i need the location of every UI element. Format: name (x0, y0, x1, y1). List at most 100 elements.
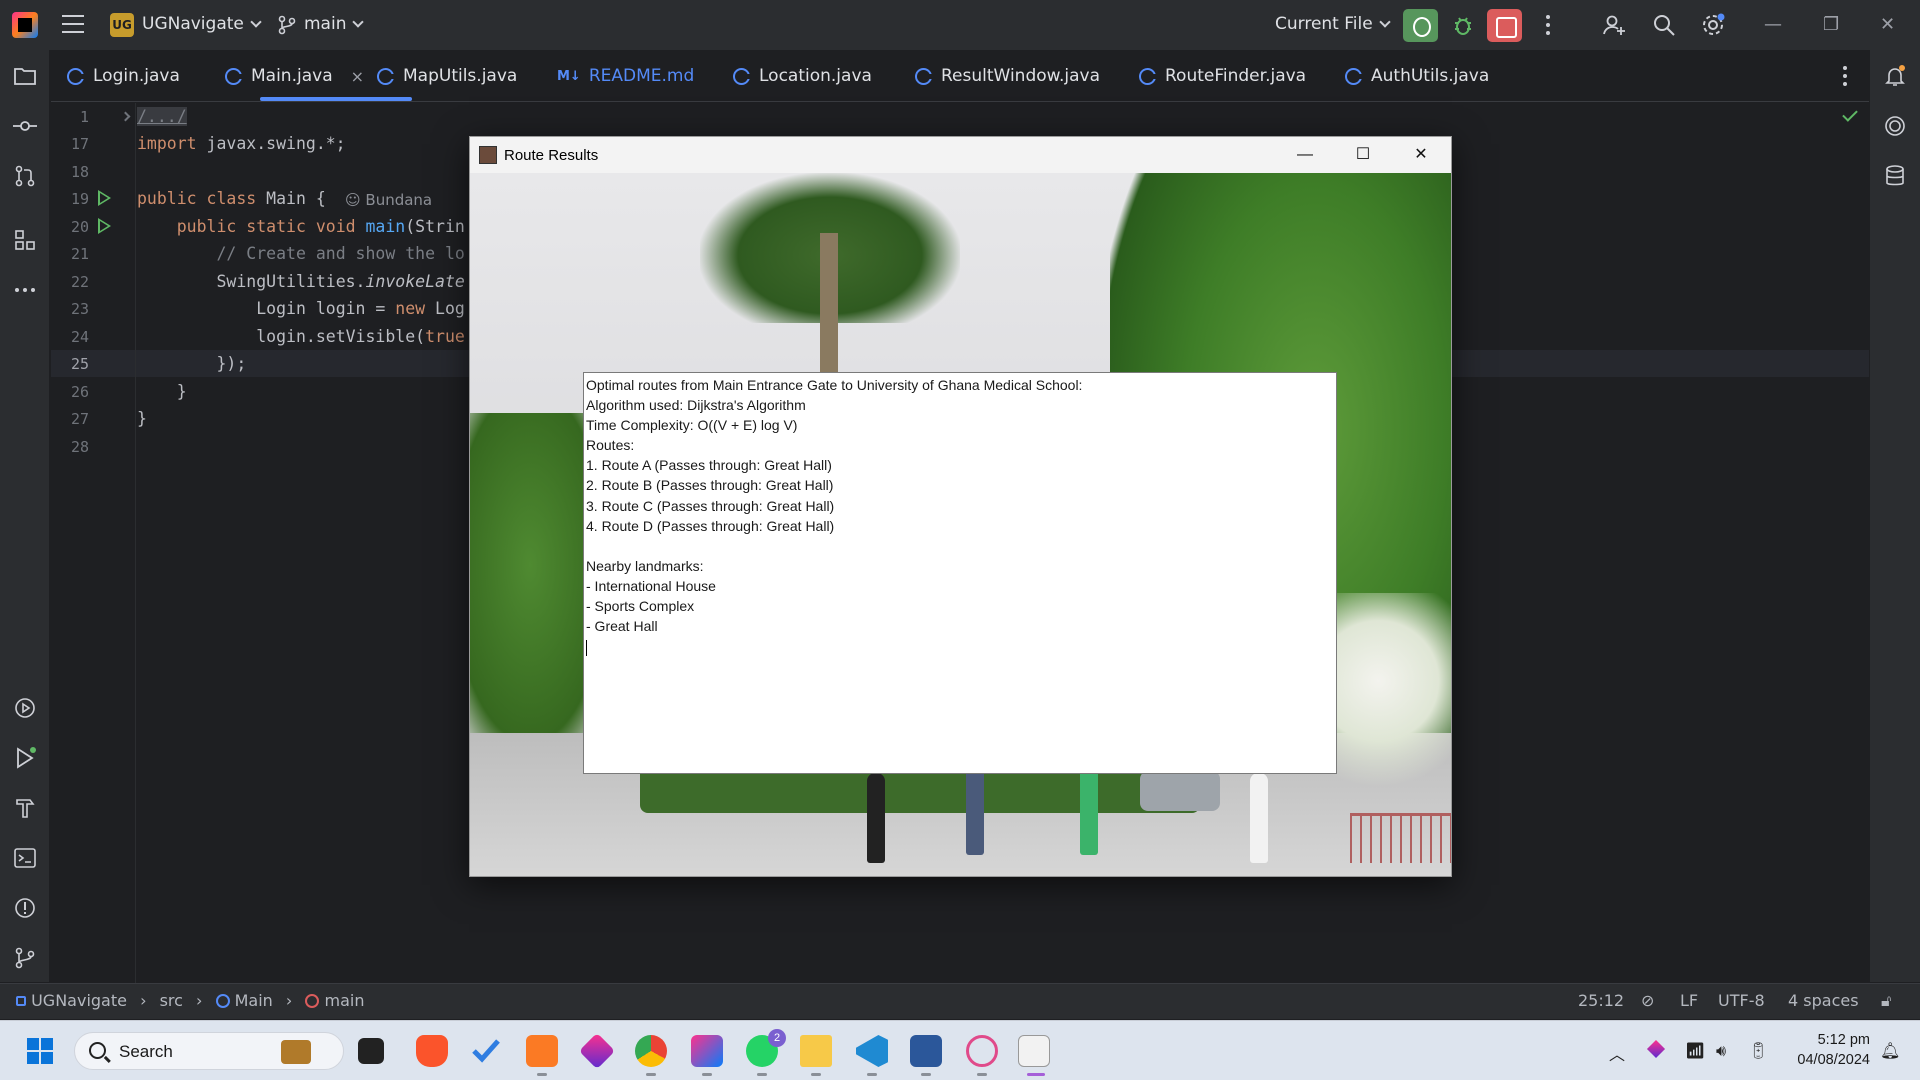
clock[interactable]: 5:12 pm 04/08/2024 (1784, 1030, 1870, 1070)
folded-imports[interactable]: /.../ (137, 107, 187, 126)
tab-options-icon[interactable] (1843, 66, 1847, 86)
line-separator[interactable]: LF (1680, 991, 1698, 1010)
commit-icon[interactable] (13, 114, 37, 138)
close-icon[interactable]: ✕ (1880, 14, 1895, 35)
windows-start-icon[interactable] (24, 1035, 56, 1067)
brave-browser-icon[interactable] (416, 1035, 448, 1067)
add-user-icon[interactable] (1602, 13, 1626, 37)
build-hammer-icon[interactable] (13, 796, 37, 820)
file-encoding[interactable]: UTF-8 (1718, 991, 1765, 1010)
tab-label: Login.java (93, 66, 180, 86)
java-app-taskbar-icon[interactable] (1018, 1035, 1050, 1067)
vscode-icon[interactable] (856, 1035, 888, 1067)
minimize-icon[interactable]: — (1764, 14, 1782, 35)
tab-main-java[interactable]: Main.java × (225, 50, 364, 102)
word-icon[interactable] (910, 1035, 942, 1067)
project-badge[interactable]: UG (110, 13, 134, 37)
inspections-eye-icon[interactable]: ⊘ (1641, 991, 1654, 1010)
run-configuration-selector[interactable]: Current File (1275, 14, 1391, 34)
tab-routefinder-java[interactable]: RouteFinder.java (1139, 50, 1306, 102)
run-tool-icon[interactable] (13, 746, 37, 770)
todo-check-icon[interactable] (470, 1035, 502, 1067)
settings-gear-icon[interactable] (1701, 13, 1725, 37)
database-icon[interactable] (1883, 164, 1907, 188)
branch-selector[interactable]: main (304, 14, 365, 34)
problems-icon[interactable] (13, 896, 37, 920)
breadcrumb-project[interactable]: UGNavigate (31, 991, 127, 1010)
intellij-idea-icon[interactable] (691, 1035, 723, 1067)
java-class-icon (225, 67, 243, 85)
more-tools-icon[interactable] (13, 278, 37, 302)
author-name: Bundana (365, 191, 433, 209)
code-token: }); (216, 354, 247, 373)
toolbox-tray-icon[interactable] (1646, 1039, 1666, 1059)
windows-taskbar: Search 2 ︿ 📶︎ 🔊︎ 🔋︎ 5:12 pm 04/08/2024 🔔︎ (0, 1020, 1920, 1080)
tab-label: Main.java (251, 66, 333, 86)
window-maximize-icon[interactable]: ☐ (1340, 142, 1386, 168)
git-branch-icon (278, 15, 296, 35)
search-icon[interactable] (1652, 13, 1676, 37)
taskbar-search[interactable]: Search (74, 1032, 344, 1070)
code-line: public static void main(Strin (137, 217, 465, 236)
code-token: invokeLate (365, 272, 465, 291)
debug-icon[interactable] (1452, 13, 1474, 37)
wifi-icon[interactable]: 📶︎ (1685, 1041, 1705, 1060)
running-indicator (811, 1073, 821, 1076)
task-view-icon[interactable] (358, 1038, 384, 1064)
lock-icon[interactable]: 🔓︎ (1881, 991, 1891, 1011)
running-indicator (921, 1073, 931, 1076)
route-results-textarea[interactable]: Optimal routes from Main Entrance Gate t… (583, 372, 1337, 774)
left-tool-strip (0, 50, 50, 982)
close-tab-icon[interactable]: × (351, 67, 364, 86)
battery-icon[interactable]: 🔋︎ (1748, 1041, 1768, 1060)
chrome-icon[interactable] (635, 1035, 667, 1067)
clock-time: 5:12 pm (1817, 1032, 1870, 1048)
run-gutter-icon[interactable] (98, 218, 111, 234)
indent-setting[interactable]: 4 spaces (1788, 991, 1859, 1010)
running-indicator (757, 1073, 767, 1076)
volume-icon[interactable]: 🔊︎ (1716, 1041, 1726, 1061)
tab-location-java[interactable]: Location.java (733, 50, 872, 102)
tab-readme-md[interactable]: M↓ README.md (557, 50, 694, 102)
tab-authutils-java[interactable]: AuthUtils.java (1345, 50, 1489, 102)
xampp-icon[interactable] (526, 1035, 558, 1067)
rerun-button[interactable] (1403, 9, 1438, 42)
restore-icon[interactable]: ❐ (1823, 14, 1839, 35)
intellij-logo-icon[interactable] (12, 12, 38, 38)
line-number: 27 (70, 410, 89, 428)
code-token: true (425, 327, 465, 346)
notifications-bell-icon[interactable] (1883, 64, 1907, 88)
code-line: } (137, 409, 147, 428)
caret-position[interactable]: 25:12 (1578, 991, 1624, 1010)
structure-icon[interactable] (13, 228, 37, 252)
jetbrains-toolbox-icon[interactable] (578, 1032, 616, 1070)
git-icon[interactable] (13, 946, 37, 970)
ai-assistant-icon[interactable] (1883, 114, 1907, 138)
route-window-titlebar[interactable]: Route Results — ☐ ✕ (470, 137, 1451, 173)
breadcrumb-class[interactable]: Main (235, 991, 273, 1010)
run-gutter-icon[interactable] (98, 190, 111, 206)
tab-resultwindow-java[interactable]: ResultWindow.java (915, 50, 1100, 102)
project-selector[interactable]: UGNavigate (142, 14, 262, 34)
file-explorer-icon[interactable] (800, 1035, 832, 1067)
snipping-tool-icon[interactable] (966, 1035, 998, 1067)
services-icon[interactable] (13, 696, 37, 720)
terminal-icon[interactable] (13, 846, 37, 870)
active-app-indicator (1027, 1073, 1045, 1076)
breadcrumb-method[interactable]: main (325, 991, 365, 1010)
show-hidden-icons-chevron-up-icon[interactable]: ︿ (1609, 1041, 1625, 1065)
main-menu-icon[interactable] (62, 15, 84, 33)
pull-requests-icon[interactable] (13, 164, 37, 188)
java-app-icon (479, 146, 497, 164)
breadcrumb-src[interactable]: src (160, 991, 183, 1010)
fence (1350, 813, 1451, 863)
tab-maputils-java[interactable]: MapUtils.java (377, 50, 517, 102)
stop-button[interactable] (1487, 9, 1522, 42)
more-actions-icon[interactable] (1546, 15, 1550, 35)
tab-login-java[interactable]: Login.java (67, 50, 180, 102)
tab-label: ResultWindow.java (941, 66, 1101, 86)
notification-center-bell-icon[interactable]: 🔔︎ (1880, 1041, 1900, 1060)
project-folder-icon[interactable] (13, 64, 37, 88)
window-minimize-icon[interactable]: — (1282, 142, 1328, 168)
window-close-icon[interactable]: ✕ (1398, 142, 1444, 168)
